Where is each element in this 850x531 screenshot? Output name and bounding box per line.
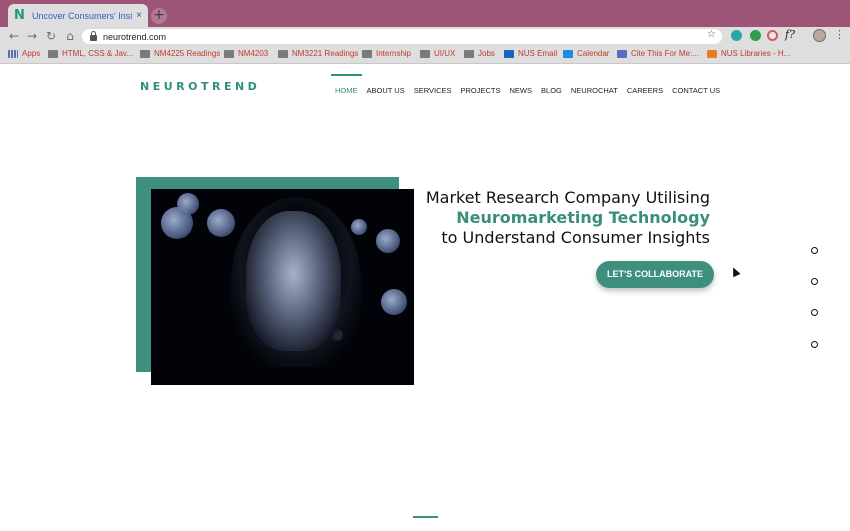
neurotrend-favicon-icon: N [14,8,25,23]
slide-dot[interactable] [811,341,818,348]
address-bar[interactable]: neurotrend.com ☆ [82,29,722,44]
slide-dot[interactable] [811,247,818,254]
outlook-icon [504,49,514,58]
reload-icon[interactable]: ↻ [43,28,59,44]
face-figure [246,211,341,351]
hero-headline: Market Research Company Utilising Neurom… [426,188,710,248]
slide-dot[interactable] [811,309,818,316]
bookmark-apps[interactable]: Apps [8,49,40,58]
calendar-icon [563,49,573,58]
bookmark-label: NUS Email [518,49,558,58]
nav-news[interactable]: NEWS [510,86,533,95]
bokeh-light [207,209,235,237]
folder-icon [420,49,430,58]
browser-tab-bar: N Uncover Consumers' Insights × + [0,0,850,27]
bookmark-folder[interactable]: Internship [362,49,411,58]
library-icon [707,49,717,58]
bookmark-folder[interactable]: NM3221 Readings [278,49,358,58]
new-tab-button[interactable]: + [151,8,167,24]
mouse-cursor-icon [729,265,741,278]
scroll-indicator [413,516,438,518]
slide-dot[interactable] [811,278,818,285]
bookmark-label: HTML, CSS & Jav... [62,49,133,58]
folder-icon [140,49,150,58]
menu-icon[interactable]: ⋮ [834,28,845,41]
tab-close-icon[interactable]: × [136,10,142,21]
nav-blog[interactable]: BLOG [541,86,562,95]
bookmark-label: Jobs [478,49,495,58]
lets-collaborate-button[interactable]: LET'S COLLABORATE [596,261,714,288]
bookmark-label: NM3221 Readings [292,49,359,58]
site-logo[interactable]: NEUROTREND [140,80,260,93]
bookmarks-bar: Apps HTML, CSS & Jav... NM4225 Readings … [0,46,850,64]
bookmark-label: Internship [376,49,412,58]
folder-icon [362,49,372,58]
home-icon[interactable]: ⌂ [62,28,78,44]
bokeh-light [351,219,367,235]
main-nav: HOME ABOUT US SERVICES PROJECTS NEWS BLO… [331,74,729,95]
folder-icon [278,49,288,58]
forward-icon[interactable]: → [24,28,40,44]
formula-extension-icon[interactable]: f? [785,28,795,41]
extension-icon[interactable] [731,30,742,41]
browser-tab[interactable]: N Uncover Consumers' Insights × [8,4,148,27]
browser-toolbar: ← → ↻ ⌂ neurotrend.com ☆ f? ⋮ [0,27,850,46]
bookmark-label: NM4225 Readings [154,49,221,58]
extension-icon[interactable] [767,30,778,41]
doc-icon [617,49,627,58]
nav-services[interactable]: SERVICES [414,86,452,95]
nav-about-us[interactable]: ABOUT US [367,86,405,95]
hero-video[interactable] [151,189,414,385]
bookmark-label: NUS Libraries - H... [721,49,791,58]
extension-icon[interactable] [750,30,761,41]
bookmark-label: Apps [22,49,41,58]
bookmark-cite-this[interactable]: Cite This For Me:... [617,49,699,58]
bookmark-folder[interactable]: Jobs [464,49,495,58]
back-icon[interactable]: ← [6,28,22,44]
bookmark-calendar[interactable]: Calendar [563,49,609,58]
headline-accent: Neuromarketing Technology [456,208,710,227]
bookmark-folder[interactable]: NM4203 [224,49,268,58]
nav-contact-us[interactable]: CONTACT US [672,86,720,95]
headline-line: to Understand Consumer Insights [441,228,710,247]
bookmark-folder[interactable]: HTML, CSS & Jav... [48,49,133,58]
bookmark-nus-libraries[interactable]: NUS Libraries - H... [707,49,790,58]
folder-icon [48,49,58,58]
lock-icon [90,31,97,41]
bookmark-label: NM4203 [238,49,269,58]
tab-title: Uncover Consumers' Insights [32,10,132,21]
bookmark-nus-email[interactable]: NUS Email [504,49,557,58]
bokeh-light [381,289,407,315]
apps-icon [8,49,18,58]
nav-projects[interactable]: PROJECTS [461,86,501,95]
headline-line: Market Research Company Utilising [425,188,710,207]
folder-icon [464,49,474,58]
bokeh-light [376,229,400,253]
nav-careers[interactable]: CAREERS [627,86,663,95]
nav-neurochat[interactable]: NEUROCHAT [571,86,618,95]
bookmark-folder[interactable]: UI/UX [420,49,455,58]
bookmark-star-icon[interactable]: ☆ [707,29,716,40]
folder-icon [224,49,234,58]
url-text: neurotrend.com [103,31,167,42]
nav-home[interactable]: HOME [331,74,362,95]
bookmark-label: UI/UX [434,49,456,58]
bookmark-folder[interactable]: NM4225 Readings [140,49,220,58]
website-page: NEUROTREND HOME ABOUT US SERVICES PROJEC… [0,65,850,531]
profile-avatar[interactable] [813,29,826,42]
bookmark-label: Cite This For Me:... [631,49,699,58]
bokeh-light [177,193,199,215]
bookmark-label: Calendar [577,49,610,58]
